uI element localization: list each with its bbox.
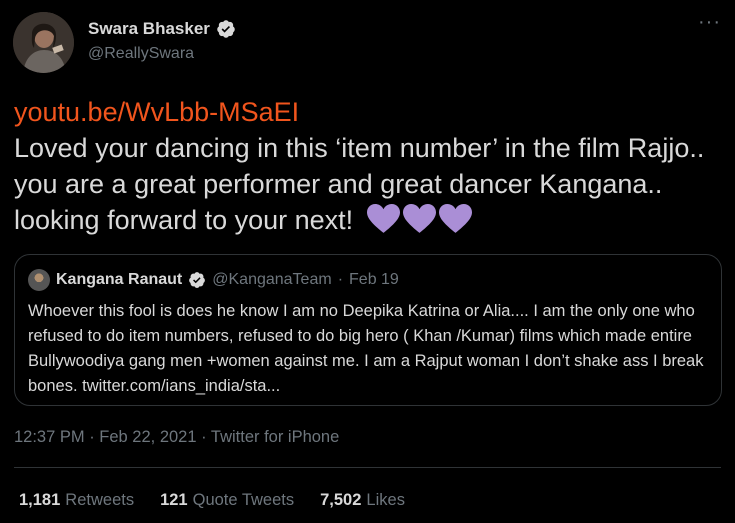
retweets-label: Retweets (65, 491, 135, 509)
purple-heart-icon (438, 204, 472, 233)
tweet-link[interactable]: youtu.be/WvLbb-MSaEI (14, 94, 714, 130)
quoted-separator: · (337, 271, 344, 288)
avatar-image (13, 12, 74, 73)
author-avatar[interactable] (13, 12, 74, 73)
likes-label: Likes (366, 491, 405, 509)
quoted-tweet[interactable]: Kangana Ranaut @KanganaTeam · Feb 19 Who… (14, 254, 722, 406)
tweet-timestamp[interactable]: 12:37 PM · Feb 22, 2021 · Twitter for iP… (14, 428, 339, 447)
purple-heart-icon (366, 204, 400, 233)
tweet-card: Swara Bhasker @ReallySwara ··· youtu.be/… (0, 0, 735, 523)
emoji-group (366, 204, 472, 234)
quoted-handle: @KanganaTeam (212, 271, 332, 288)
quoted-display-name: Kangana Ranaut (56, 271, 183, 288)
purple-heart-icon (402, 204, 436, 233)
likes-count: 7,502 (320, 491, 362, 509)
quoted-author-avatar (28, 269, 50, 291)
retweets-stat[interactable]: 1,181 Retweets (19, 491, 134, 510)
author-name-row[interactable]: Swara Bhasker (88, 19, 236, 39)
more-options-icon[interactable]: ··· (698, 12, 721, 32)
verified-badge-icon (189, 272, 206, 288)
quote-tweets-stat[interactable]: 121 Quote Tweets (160, 491, 294, 510)
tweet-text: youtu.be/WvLbb-MSaEI Loved your dancing … (14, 94, 714, 238)
quoted-tweet-text: Whoever this fool is does he know I am n… (28, 302, 704, 395)
quote-tweets-label: Quote Tweets (192, 491, 295, 509)
engagement-stats: 1,181 Retweets 121 Quote Tweets 7,502 Likes (19, 491, 405, 510)
divider (14, 467, 721, 468)
likes-stat[interactable]: 7,502 Likes (320, 491, 405, 510)
retweets-count: 1,181 (19, 491, 61, 509)
author-display-name[interactable]: Swara Bhasker (88, 19, 210, 39)
tweet-body: Loved your dancing in this ‘item number’… (14, 133, 705, 235)
quoted-date: Feb 19 (349, 271, 399, 288)
verified-badge-icon (217, 20, 235, 38)
quoted-tweet-header: Kangana Ranaut @KanganaTeam · Feb 19 (28, 269, 399, 291)
quote-tweets-count: 121 (160, 491, 188, 509)
author-handle[interactable]: @ReallySwara (88, 45, 194, 63)
